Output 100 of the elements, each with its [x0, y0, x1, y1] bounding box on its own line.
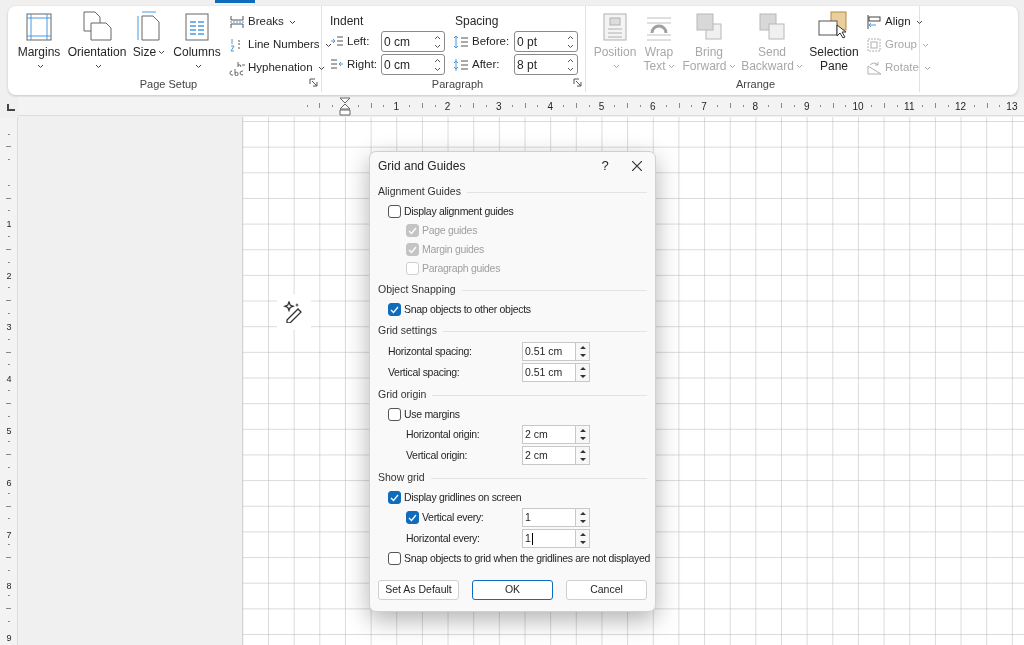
ruler-number: 3 — [495, 100, 503, 114]
dialog-title: Grid and Guides — [378, 158, 467, 175]
field-label: Left: — [347, 33, 371, 49]
spin-arrows-icon — [567, 34, 574, 49]
section-heading: Show grid — [378, 470, 425, 486]
section-heading: Alignment Guides — [378, 184, 461, 200]
spin-field[interactable]: 2 cm — [522, 446, 590, 465]
field-label: Horizontal spacing: — [388, 343, 472, 359]
ruler-number: 4 — [5, 374, 13, 385]
ruler-number: 4 — [546, 100, 554, 114]
spin-field[interactable]: 0 cm — [381, 31, 445, 52]
spin-field[interactable]: 1 — [522, 529, 590, 548]
spin-arrows-icon — [579, 511, 586, 524]
bring-forward-icon — [696, 13, 722, 41]
help-button[interactable]: ? — [591, 152, 619, 180]
spin-field[interactable]: 0.51 cm — [522, 342, 590, 361]
field-label: Horizontal every: — [406, 530, 480, 546]
send-backward-icon — [759, 13, 785, 41]
dialog-button[interactable]: Set As Default — [378, 580, 459, 600]
ruler-number: 1 — [5, 218, 13, 229]
hyphenation-icon — [229, 60, 245, 76]
field-label: Vertical origin: — [406, 447, 468, 463]
checkbox[interactable] — [388, 303, 401, 316]
field-label: Right: — [347, 56, 379, 72]
spacing-after-icon — [453, 57, 469, 72]
spin-arrows-icon — [579, 449, 586, 462]
checkbox[interactable] — [388, 205, 401, 218]
ribbon-button[interactable]: Orientation — [65, 6, 129, 79]
spin-field[interactable]: 0 pt — [514, 31, 578, 52]
checkbox[interactable] — [388, 408, 401, 421]
dialog-launcher-icon[interactable] — [573, 78, 582, 87]
checkbox-label: Margin guides — [422, 241, 485, 257]
checkmark-icon — [408, 245, 417, 254]
field-label: After: — [472, 56, 501, 72]
spin-field[interactable]: 0.51 cm — [522, 363, 590, 382]
spin-arrows-icon — [579, 366, 586, 379]
tab-selector-icon[interactable] — [7, 104, 15, 111]
tab-indicator — [215, 0, 255, 3]
dialog-button[interactable]: Cancel — [566, 580, 647, 600]
spin-field[interactable]: 8 pt — [514, 54, 578, 75]
dialog-button[interactable]: OK — [472, 580, 553, 600]
checkbox[interactable] — [388, 552, 401, 565]
spin-field[interactable]: 0 cm — [381, 54, 445, 75]
ribbon-button[interactable]: Hyphenation — [229, 57, 332, 79]
field-label: Vertical spacing: — [388, 364, 460, 380]
ruler-number: 9 — [802, 100, 811, 114]
ruler-number: 13 — [1005, 100, 1019, 114]
spin-arrows-icon — [434, 34, 441, 49]
chevron-down-icon — [923, 65, 931, 71]
spin-field[interactable]: 1 — [522, 508, 590, 527]
checkmark-icon — [408, 226, 417, 235]
breaks-icon — [229, 15, 245, 29]
selection-pane-icon — [818, 11, 850, 41]
indent-heading: Indent — [330, 13, 364, 30]
ribbon-button[interactable]: Size — [132, 6, 166, 79]
ruler-number: 6 — [5, 477, 13, 488]
checkbox[interactable] — [388, 491, 401, 504]
group-label: Page Setup — [139, 77, 198, 92]
checkbox-label: Page guides — [422, 222, 478, 238]
ribbon-button[interactable]: Columns — [169, 6, 225, 79]
ribbon-button[interactable]: Align — [866, 11, 931, 33]
ruler-number: 8 — [5, 581, 13, 592]
section-heading: Grid settings — [378, 323, 437, 339]
spin-arrows-icon — [567, 57, 574, 72]
paper-size-icon — [136, 11, 162, 41]
ruler-number: 6 — [649, 100, 657, 114]
chevron-down-icon — [921, 42, 929, 48]
ruler-number: 11 — [903, 100, 916, 114]
ruler-number: 9 — [5, 633, 13, 644]
spacing-before-icon — [453, 34, 469, 49]
spacing-heading: Spacing — [454, 13, 499, 30]
ruler-number: 5 — [5, 426, 13, 436]
ruler-number: 2 — [5, 270, 13, 281]
ruler-number: 8 — [751, 100, 760, 114]
chevron-down-icon — [288, 19, 296, 25]
checkbox[interactable] — [406, 511, 419, 524]
spin-arrows-icon — [579, 345, 586, 358]
ribbon-button[interactable]: Line Numbers — [229, 34, 332, 56]
ribbon-button[interactable]: Margins — [16, 6, 62, 79]
ruler-number: 7 — [700, 100, 708, 114]
ruler-number: 3 — [5, 322, 13, 333]
ruler-number: 12 — [954, 100, 968, 114]
checkbox-label: Display alignment guides — [404, 203, 514, 219]
close-icon[interactable] — [632, 161, 642, 171]
spin-arrows-icon — [434, 57, 441, 72]
checkmark-icon — [390, 493, 399, 502]
ruler-number: 2 — [443, 100, 452, 114]
checkbox-label: Snap objects to other objects — [404, 301, 531, 317]
section-heading: Object Snapping — [378, 282, 456, 298]
ribbon-button[interactable]: Breaks — [229, 11, 332, 33]
dialog-launcher-icon[interactable] — [309, 78, 318, 87]
spin-arrows-icon — [579, 532, 586, 545]
spin-field[interactable]: 2 cm — [522, 425, 590, 444]
checkmark-icon — [390, 305, 399, 314]
section-heading: Grid origin — [378, 387, 427, 403]
indent-marker-icon[interactable] — [339, 97, 351, 116]
ribbon-button[interactable]: Selection Pane — [806, 6, 862, 79]
field-label: Horizontal origin: — [406, 426, 480, 442]
checkbox-label: Snap objects to grid when the gridlines are not displayed — [404, 550, 651, 566]
group-label: Paragraph — [431, 77, 484, 92]
